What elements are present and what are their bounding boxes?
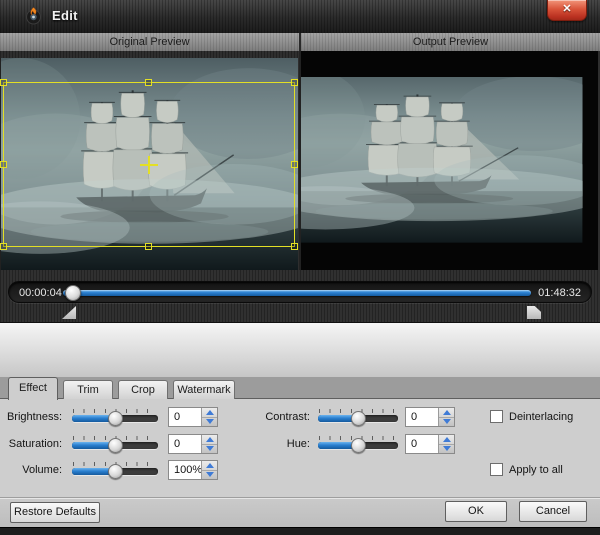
crop-selection-box[interactable] — [0, 79, 298, 250]
crop-center-crosshair — [148, 155, 150, 174]
contrast-row: Contrast: 0 — [240, 406, 455, 428]
saturation-label: Saturation: — [8, 438, 62, 450]
contrast-label: Contrast: — [265, 411, 310, 423]
original-preview-header: Original Preview — [0, 33, 299, 51]
saturation-row: Saturation: 0 — [0, 433, 218, 455]
spinner-down-icon[interactable] — [202, 445, 217, 454]
spinner-up-icon[interactable] — [202, 461, 217, 471]
spinner-up-icon[interactable] — [202, 408, 217, 418]
spinner-down-icon[interactable] — [439, 445, 454, 454]
crop-handle-top-center[interactable] — [145, 79, 152, 86]
volume-row: Volume: 100% — [0, 459, 218, 481]
tab-strip: Effect Trim Crop Watermark — [0, 377, 600, 400]
spinner-up-icon[interactable] — [439, 435, 454, 445]
spinner-down-icon[interactable] — [202, 418, 217, 427]
contrast-value[interactable]: 0 — [406, 408, 438, 426]
spinner-up-icon[interactable] — [202, 435, 217, 445]
contrast-spinbox: 0 — [405, 407, 455, 427]
spinner-down-icon[interactable] — [202, 471, 217, 480]
effect-panel: Brightness: 0 Saturation: 0 Volume: 100%… — [0, 399, 600, 497]
hue-spinbox: 0 — [405, 434, 455, 454]
cancel-button[interactable]: Cancel — [519, 501, 587, 522]
seek-bar: 00:00:04 01:48:32 — [8, 281, 592, 303]
transport-bar: ▶ ▶▶ [▶] ■ [ 00:00:00 01:48:32 ] — [0, 322, 600, 377]
seek-handle[interactable] — [65, 285, 81, 301]
seek-row: 00:00:04 01:48:32 — [0, 270, 600, 322]
footer-bar: Restore Defaults OK Cancel — [0, 497, 600, 527]
crop-handle-bottom-left[interactable] — [0, 243, 7, 250]
preview-headers: Original Preview Output Preview — [0, 33, 600, 51]
window-title: Edit — [52, 8, 78, 23]
crop-handle-top-right[interactable] — [291, 79, 298, 86]
deinterlacing-checkbox[interactable]: Deinterlacing — [490, 410, 573, 423]
hue-value[interactable]: 0 — [406, 435, 438, 453]
output-preview-video — [301, 51, 598, 270]
preview-area — [0, 51, 600, 270]
elapsed-time: 00:00:04 — [19, 287, 62, 299]
edit-dialog: Edit ✕ Original Preview Output Preview 0… — [0, 0, 600, 535]
output-preview-header: Output Preview — [301, 33, 600, 51]
tab-crop[interactable]: Crop — [118, 380, 168, 399]
ok-button[interactable]: OK — [445, 501, 507, 522]
saturation-slider[interactable] — [72, 433, 158, 455]
tab-trim[interactable]: Trim — [63, 380, 113, 399]
volume-effect-slider[interactable] — [72, 459, 158, 481]
crop-handle-bottom-right[interactable] — [291, 243, 298, 250]
spinner-up-icon[interactable] — [439, 408, 454, 418]
brightness-slider[interactable] — [72, 406, 158, 428]
hue-label: Hue: — [286, 438, 310, 450]
saturation-spinbox: 0 — [168, 434, 218, 454]
crop-handle-bottom-center[interactable] — [145, 243, 152, 250]
slider-handle[interactable] — [108, 411, 123, 426]
volume-spinbox: 100% — [168, 460, 218, 480]
volume-value[interactable]: 100% — [169, 461, 202, 479]
brightness-spinbox: 0 — [168, 407, 218, 427]
brightness-value[interactable]: 0 — [169, 408, 201, 426]
title-bar: Edit ✕ — [0, 0, 600, 33]
checkbox-icon[interactable] — [490, 410, 503, 423]
brightness-label: Brightness: — [6, 411, 62, 423]
volume-label: Volume: — [22, 464, 62, 476]
hue-slider[interactable] — [318, 433, 398, 455]
slider-handle[interactable] — [108, 438, 123, 453]
window-bottom-edge — [0, 527, 600, 535]
seek-track[interactable] — [63, 290, 531, 296]
crop-handle-top-left[interactable] — [0, 79, 7, 86]
slider-handle[interactable] — [351, 438, 366, 453]
spinner-down-icon[interactable] — [439, 418, 454, 427]
slider-handle[interactable] — [108, 464, 123, 479]
brightness-row: Brightness: 0 — [0, 406, 218, 428]
app-logo-icon — [26, 7, 41, 25]
close-button[interactable]: ✕ — [547, 0, 587, 21]
duration-time: 01:48:32 — [538, 287, 581, 299]
saturation-value[interactable]: 0 — [169, 435, 201, 453]
restore-defaults-button[interactable]: Restore Defaults — [10, 502, 100, 523]
crop-handle-mid-right[interactable] — [291, 160, 298, 168]
contrast-slider[interactable] — [318, 406, 398, 428]
hue-row: Hue: 0 — [240, 433, 455, 455]
checkbox-icon[interactable] — [490, 463, 503, 476]
apply-to-all-checkbox[interactable]: Apply to all — [490, 463, 563, 476]
deinterlacing-label: Deinterlacing — [509, 410, 574, 423]
tab-effect[interactable]: Effect — [8, 377, 58, 400]
tab-watermark[interactable]: Watermark — [173, 380, 235, 399]
apply-to-all-label: Apply to all — [509, 463, 563, 476]
crop-handle-mid-left[interactable] — [0, 160, 7, 168]
slider-handle[interactable] — [351, 411, 366, 426]
